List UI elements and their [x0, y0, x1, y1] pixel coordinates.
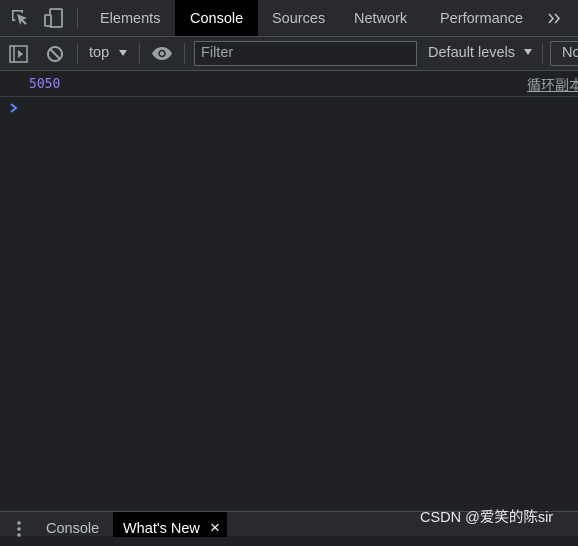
log-levels-dropdown[interactable]: Default levels — [428, 37, 538, 70]
tab-elements[interactable]: Elements — [100, 0, 160, 36]
toolbar-divider — [139, 43, 140, 64]
issues-button[interactable]: No — [550, 41, 578, 66]
close-icon[interactable]: × — [210, 511, 220, 545]
devtools-tab-bar: Elements Console Sources Network Perform… — [0, 0, 578, 37]
tab-sources[interactable]: Sources — [272, 0, 325, 36]
sidebar-toggle-icon[interactable] — [9, 45, 28, 63]
watermark: CSDN @爱笑的陈sir — [420, 510, 554, 526]
device-toolbar-icon[interactable] — [44, 8, 64, 28]
issues-label: No — [562, 45, 578, 61]
toolbar-divider — [184, 43, 185, 64]
console-prompt-icon — [10, 103, 18, 113]
more-tabs-icon[interactable] — [548, 13, 561, 24]
filter-input[interactable]: Filter — [194, 41, 417, 66]
log-value[interactable]: 5050 — [29, 71, 60, 99]
tab-bar-divider — [77, 8, 78, 29]
clear-console-icon[interactable] — [46, 45, 64, 63]
tab-performance[interactable]: Performance — [440, 0, 523, 36]
filter-placeholder: Filter — [201, 45, 234, 61]
log-source-link[interactable]: 循环副本 — [527, 71, 578, 99]
context-selector[interactable]: top — [89, 37, 133, 70]
toolbar-divider — [77, 43, 78, 64]
context-label: top — [89, 45, 110, 61]
drawer-tab-console[interactable]: Console — [46, 512, 99, 537]
log-levels-label: Default levels — [428, 45, 516, 61]
chevron-down-icon — [119, 50, 127, 56]
console-input-area[interactable] — [26, 98, 576, 118]
tab-console[interactable]: Console — [175, 0, 258, 36]
chevron-down-icon — [524, 49, 532, 55]
drawer-tab-whats-new[interactable]: What's New × — [113, 512, 227, 537]
inspect-element-icon[interactable] — [11, 9, 30, 28]
console-toolbar: top Filter Default levels No — [0, 37, 578, 71]
toolbar-divider — [542, 43, 543, 64]
console-message: 5050 循环副本 — [0, 71, 578, 97]
drawer-menu-icon[interactable] — [17, 521, 21, 537]
drawer-tab-whats-new-label: What's New — [123, 521, 200, 537]
eye-icon[interactable] — [151, 46, 173, 61]
tab-network[interactable]: Network — [354, 0, 407, 36]
